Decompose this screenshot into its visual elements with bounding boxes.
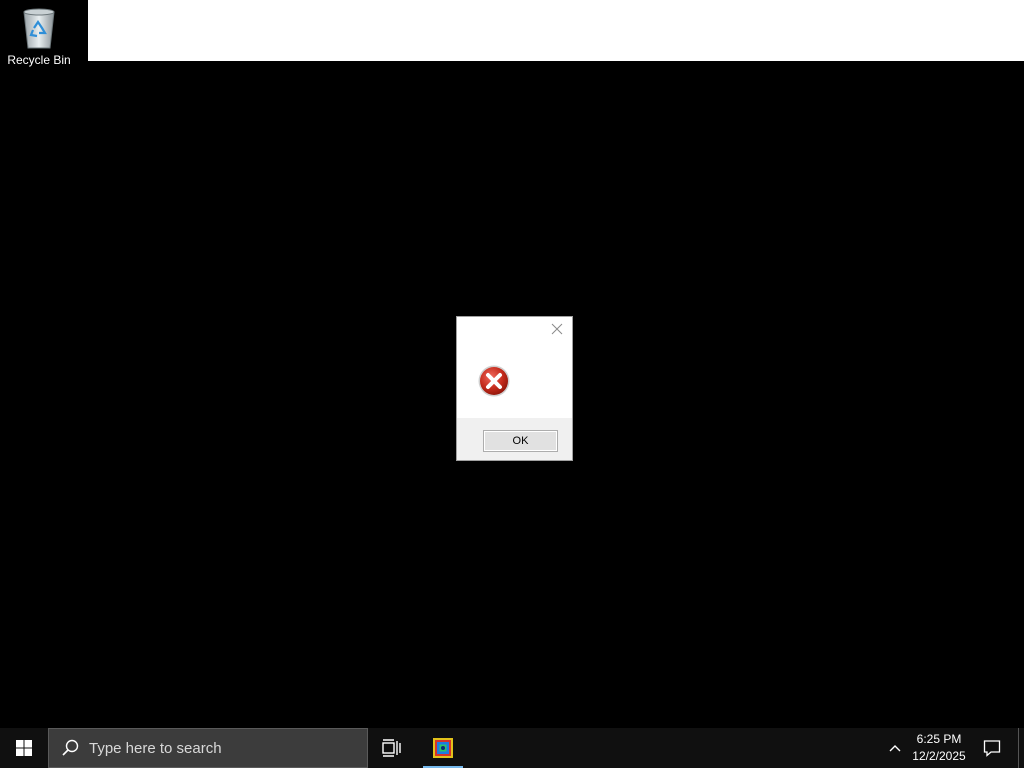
action-center-icon <box>983 740 1001 757</box>
error-dialog: OK <box>456 316 573 461</box>
action-center-button[interactable] <box>978 728 1006 768</box>
taskbar-app-button[interactable] <box>423 728 463 768</box>
error-icon <box>477 364 511 403</box>
task-view-icon <box>382 739 401 757</box>
taskbar: Type here to search 6:25 PM 12/2/2025 <box>0 728 1024 768</box>
search-box[interactable]: Type here to search <box>48 728 368 768</box>
app-icon <box>433 738 453 758</box>
desktop: Recycle Bin OK <box>0 0 1024 728</box>
blank-window-area <box>88 0 1024 61</box>
desktop-icon-recycle-bin[interactable]: Recycle Bin <box>4 6 74 76</box>
task-view-button[interactable] <box>372 728 412 768</box>
search-placeholder: Type here to search <box>89 739 222 757</box>
clock-time: 6:25 PM <box>916 732 962 746</box>
show-hidden-icons-button[interactable] <box>882 728 908 768</box>
desktop-icon-label: Recycle Bin <box>7 53 71 67</box>
close-icon <box>551 323 563 335</box>
search-icon <box>61 739 79 757</box>
windows-start-icon <box>16 740 32 756</box>
dialog-footer: OK <box>457 418 572 460</box>
clock[interactable]: 6:25 PM 12/2/2025 <box>908 731 970 765</box>
show-desktop-button[interactable] <box>1018 728 1019 768</box>
start-button[interactable] <box>0 728 48 768</box>
dialog-close-button[interactable] <box>549 321 565 337</box>
clock-date: 12/2/2025 <box>912 749 966 763</box>
ok-button[interactable]: OK <box>483 430 558 452</box>
chevron-up-icon <box>889 745 901 752</box>
recycle-bin-icon <box>23 8 55 49</box>
